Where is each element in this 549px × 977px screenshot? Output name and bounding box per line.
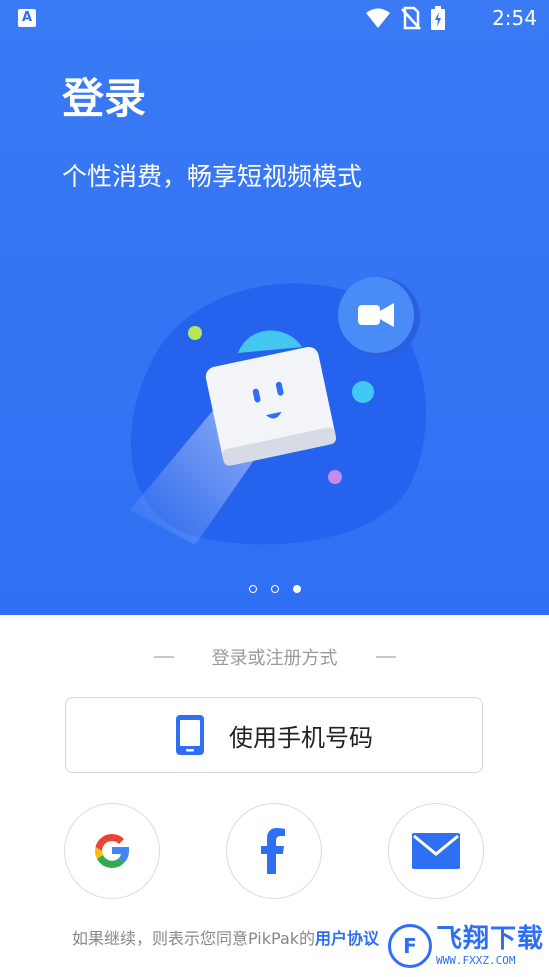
- divider-label: 登录或注册方式: [211, 648, 338, 669]
- page-subtitle: 个性消费，畅享短视频模式: [62, 162, 363, 191]
- divider-line-right: [375, 656, 396, 658]
- battery-charging-icon: [431, 6, 445, 30]
- watermark: F 飞翔下载 WWW.FXXZ.COM: [388, 915, 549, 977]
- terms-notice: 如果继续，则表示您同意PikPak的用户协议: [72, 927, 379, 951]
- facebook-icon: [261, 828, 285, 874]
- onboarding-illustration: [130, 277, 426, 545]
- watermark-sub: WWW.FXXZ.COM: [436, 954, 516, 967]
- app-notification-icon: A: [18, 9, 36, 27]
- watermark-logo-icon: F: [388, 924, 432, 968]
- google-icon: [95, 834, 129, 868]
- login-method-divider: 登录或注册方式: [0, 642, 549, 672]
- status-time: 2:54: [492, 6, 537, 30]
- email-login-button[interactable]: [388, 803, 484, 899]
- page-dot-1[interactable]: [248, 585, 257, 593]
- status-bar: A 2:54: [0, 0, 549, 38]
- status-icons: [365, 6, 445, 30]
- phone-login-label: 使用手机号码: [229, 723, 373, 752]
- phone-login-button[interactable]: 使用手机号码: [65, 697, 483, 773]
- user-agreement-link[interactable]: 用户协议: [315, 929, 379, 948]
- terms-prefix: 如果继续，则表示您同意PikPak的: [72, 929, 316, 948]
- facebook-login-button[interactable]: [226, 803, 322, 899]
- no-sim-icon: [401, 6, 421, 30]
- smartphone-icon: [176, 715, 204, 755]
- page-dot-3[interactable]: [292, 585, 301, 593]
- wifi-icon: [366, 8, 390, 28]
- page-title: 登录: [62, 74, 147, 123]
- page-indicator: [0, 585, 549, 593]
- google-login-button[interactable]: [64, 803, 160, 899]
- mail-icon: [412, 833, 460, 869]
- page-dot-2[interactable]: [270, 585, 279, 593]
- divider-line-left: [153, 656, 174, 658]
- watermark-main: 飞翔下载: [436, 924, 545, 954]
- watermark-text: 飞翔下载 WWW.FXXZ.COM: [436, 924, 544, 968]
- hero-banner: A 2:54 登录 个性消费，畅享短视频模式: [0, 0, 549, 615]
